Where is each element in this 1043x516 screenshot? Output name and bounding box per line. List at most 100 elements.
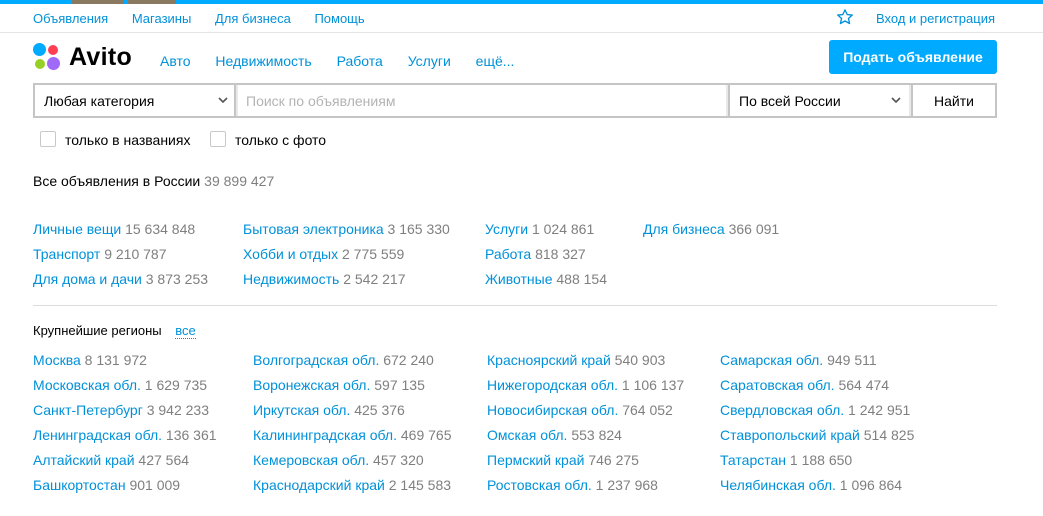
search-input[interactable] bbox=[238, 85, 726, 116]
region-item: Волгоградская обл. 672 240 bbox=[253, 352, 434, 368]
region-item: Алтайский край 427 564 bbox=[33, 452, 189, 468]
region-item-link[interactable]: Омская обл. bbox=[487, 427, 567, 443]
region-item-link[interactable]: Кемеровская обл. bbox=[253, 452, 369, 468]
region-item-link[interactable]: Воронежская обл. bbox=[253, 377, 370, 393]
region-item-link[interactable]: Челябинская обл. bbox=[720, 477, 836, 493]
region-item: Кемеровская обл. 457 320 bbox=[253, 452, 424, 468]
category-item: Транспорт 9 210 787 bbox=[33, 246, 167, 262]
region-item: Новосибирская обл. 764 052 bbox=[487, 402, 673, 418]
top-link-help[interactable]: Помощь bbox=[314, 11, 364, 26]
nav-jobs[interactable]: Работа bbox=[337, 53, 383, 69]
category-item-link[interactable]: Для бизнеса bbox=[643, 221, 725, 237]
region-item-count: 672 240 bbox=[379, 352, 434, 368]
region-item: Челябинская обл. 1 096 864 bbox=[720, 477, 902, 493]
region-item-link[interactable]: Ростовская обл. bbox=[487, 477, 592, 493]
region-list: Москва 8 131 972 Московская обл. 1 629 73… bbox=[33, 352, 997, 502]
region-item-link[interactable]: Москва bbox=[33, 352, 81, 368]
region-item: Саратовская обл. 564 474 bbox=[720, 377, 889, 393]
region-item-count: 514 825 bbox=[859, 427, 915, 443]
nav-services[interactable]: Услуги bbox=[408, 53, 451, 69]
region-item: Башкортостан 901 009 bbox=[33, 477, 180, 493]
region-item-link[interactable]: Ленинградская обл. bbox=[33, 427, 162, 443]
post-ad-button[interactable]: Подать объявление bbox=[829, 40, 997, 74]
region-item-link[interactable]: Свердловская обл. bbox=[720, 402, 844, 418]
category-item-count: 3 165 330 bbox=[383, 221, 450, 237]
category-item-link[interactable]: Работа bbox=[485, 246, 531, 262]
region-item-link[interactable]: Краснодарский край bbox=[253, 477, 385, 493]
region-item-count: 457 320 bbox=[369, 452, 424, 468]
region-item: Краснодарский край 2 145 583 bbox=[253, 477, 451, 493]
titles-only-checkbox[interactable] bbox=[40, 131, 56, 147]
favorites-star-icon[interactable] bbox=[836, 8, 854, 26]
region-item-count: 1 188 650 bbox=[786, 452, 853, 468]
category-item-count: 2 542 217 bbox=[339, 271, 406, 287]
total-ads-label: Все объявления в России bbox=[33, 173, 201, 189]
search-button[interactable]: Найти bbox=[911, 85, 995, 116]
region-item-count: 8 131 972 bbox=[80, 352, 147, 368]
region-item-count: 1 629 735 bbox=[140, 377, 208, 393]
region-item-link[interactable]: Самарская обл. bbox=[720, 352, 823, 368]
region-item-count: 1 237 968 bbox=[591, 477, 658, 493]
category-item-link[interactable]: Транспорт bbox=[33, 246, 100, 262]
top-link-shops[interactable]: Магазины bbox=[132, 11, 192, 26]
region-item-link[interactable]: Санкт-Петербург bbox=[33, 402, 143, 418]
region-item-count: 1 106 137 bbox=[618, 377, 685, 393]
top-bar: Объявления Магазины Для бизнеса Помощь В… bbox=[0, 4, 1043, 33]
region-select[interactable]: По всей России bbox=[728, 85, 909, 116]
category-item-link[interactable]: Личные вещи bbox=[33, 221, 121, 237]
region-item-link[interactable]: Пермский край bbox=[487, 452, 584, 468]
regions-title: Крупнейшие регионы bbox=[33, 323, 162, 338]
region-item-count: 597 135 bbox=[370, 377, 425, 393]
category-item: Животные 488 154 bbox=[485, 271, 607, 287]
nav-auto[interactable]: Авто bbox=[160, 53, 191, 69]
top-link-ads[interactable]: Объявления bbox=[33, 11, 108, 26]
category-item: Бытовая электроника 3 165 330 bbox=[243, 221, 450, 237]
category-select[interactable]: Любая категория bbox=[35, 85, 236, 116]
category-item: Недвижимость 2 542 217 bbox=[243, 271, 406, 287]
regions-all-link[interactable]: все bbox=[175, 323, 196, 339]
region-item-link[interactable]: Алтайский край bbox=[33, 452, 135, 468]
region-item: Нижегородская обл. 1 106 137 bbox=[487, 377, 684, 393]
region-item-link[interactable]: Татарстан bbox=[720, 452, 786, 468]
region-item-count: 469 765 bbox=[397, 427, 452, 443]
nav-realty[interactable]: Недвижимость bbox=[215, 53, 311, 69]
logo-dot bbox=[47, 57, 60, 70]
region-item-count: 427 564 bbox=[134, 452, 190, 468]
category-item-link[interactable]: Хобби и отдых bbox=[243, 246, 338, 262]
region-item: Воронежская обл. 597 135 bbox=[253, 377, 425, 393]
region-item-link[interactable]: Саратовская обл. bbox=[720, 377, 835, 393]
category-item-link[interactable]: Бытовая электроника bbox=[243, 221, 384, 237]
top-nav: Объявления Магазины Для бизнеса Помощь bbox=[33, 11, 385, 26]
region-item: Ростовская обл. 1 237 968 bbox=[487, 477, 658, 493]
region-item-link[interactable]: Красноярский край bbox=[487, 352, 611, 368]
divider bbox=[33, 305, 997, 306]
region-item: Самарская обл. 949 511 bbox=[720, 352, 877, 368]
category-item-link[interactable]: Для дома и дачи bbox=[33, 271, 142, 287]
regions-header: Крупнейшие регионы все bbox=[33, 323, 196, 339]
region-item-link[interactable]: Ставропольский край bbox=[720, 427, 860, 443]
category-item-link[interactable]: Услуги bbox=[485, 221, 528, 237]
category-item-link[interactable]: Недвижимость bbox=[243, 271, 339, 287]
region-item-link[interactable]: Московская обл. bbox=[33, 377, 141, 393]
login-link[interactable]: Вход и регистрация bbox=[876, 11, 995, 26]
avito-logo[interactable]: Avito bbox=[33, 42, 143, 72]
region-item-count: 746 275 bbox=[584, 452, 639, 468]
region-item-link[interactable]: Новосибирская обл. bbox=[487, 402, 618, 418]
region-item-link[interactable]: Нижегородская обл. bbox=[487, 377, 618, 393]
region-item-count: 553 824 bbox=[567, 427, 622, 443]
main-nav: Авто Недвижимость Работа Услуги ещё... bbox=[160, 53, 535, 69]
category-item-count: 3 873 253 bbox=[141, 271, 209, 287]
region-item-link[interactable]: Иркутская обл. bbox=[253, 402, 350, 418]
top-link-business[interactable]: Для бизнеса bbox=[215, 11, 291, 26]
with-photo-checkbox[interactable] bbox=[210, 131, 226, 147]
region-item-count: 136 361 bbox=[162, 427, 217, 443]
nav-more[interactable]: ещё... bbox=[476, 53, 515, 69]
category-item-count: 9 210 787 bbox=[100, 246, 167, 262]
region-item-link[interactable]: Волгоградская обл. bbox=[253, 352, 379, 368]
region-item-link[interactable]: Башкортостан bbox=[33, 477, 126, 493]
category-item-link[interactable]: Животные bbox=[485, 271, 553, 287]
region-item: Иркутская обл. 425 376 bbox=[253, 402, 405, 418]
region-item-count: 949 511 bbox=[823, 352, 877, 368]
region-item-link[interactable]: Калининградская обл. bbox=[253, 427, 397, 443]
region-select-value: По всей России bbox=[739, 93, 841, 109]
